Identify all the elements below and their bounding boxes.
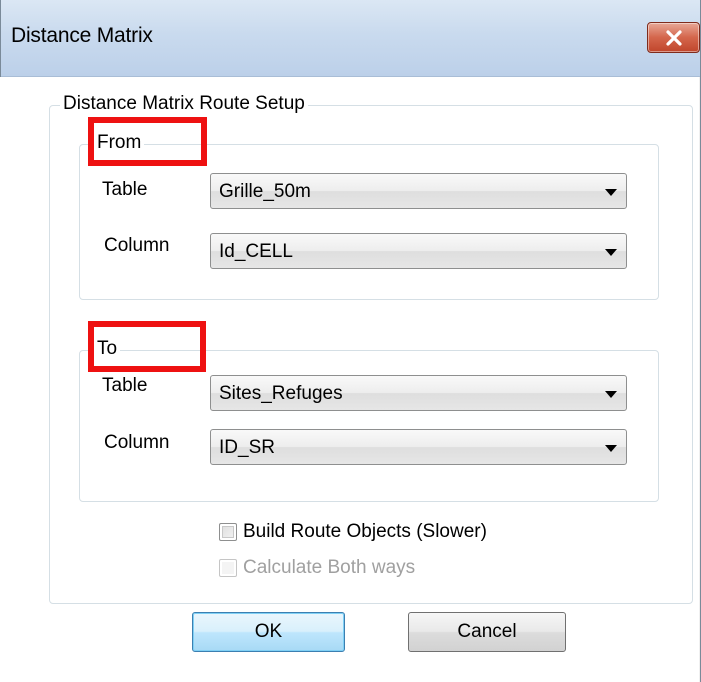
from-table-select[interactable]: Grille_50m (210, 173, 627, 209)
chevron-down-icon (605, 445, 617, 452)
from-table-value: Grille_50m (219, 181, 311, 202)
from-column-label: Column (104, 235, 170, 256)
to-group (79, 350, 659, 502)
close-icon (665, 29, 682, 46)
from-group (79, 144, 659, 300)
chevron-down-icon (605, 391, 617, 398)
to-table-value: Sites_Refuges (219, 383, 343, 404)
from-column-value: Id_CELL (219, 241, 293, 262)
annotation-highlight-to (88, 321, 206, 372)
calculate-both-ways-label: Calculate Both ways (243, 557, 416, 578)
to-column-select[interactable]: ID_SR (210, 429, 627, 465)
dialog-client: Distance Matrix Route Setup From Table G… (0, 77, 699, 682)
to-table-select[interactable]: Sites_Refuges (210, 375, 627, 411)
title-bar[interactable]: Distance Matrix (1, 0, 700, 77)
to-column-value: ID_SR (219, 437, 275, 458)
route-setup-legend: Distance Matrix Route Setup (60, 93, 308, 115)
close-button[interactable] (647, 22, 700, 53)
to-column-label: Column (104, 432, 170, 453)
chevron-down-icon (605, 189, 617, 196)
cancel-button[interactable]: Cancel (408, 612, 566, 652)
build-route-objects-label[interactable]: Build Route Objects (Slower) (243, 521, 487, 543)
from-column-select[interactable]: Id_CELL (210, 233, 627, 269)
ok-button[interactable]: OK (192, 612, 345, 652)
build-route-objects-checkbox[interactable] (219, 523, 237, 541)
from-table-label: Table (102, 179, 148, 200)
chevron-down-icon (605, 249, 617, 256)
calculate-both-ways-checkbox (219, 559, 237, 577)
window-title: Distance Matrix (11, 24, 153, 47)
annotation-highlight-from (88, 117, 207, 166)
to-table-label: Table (102, 375, 148, 396)
